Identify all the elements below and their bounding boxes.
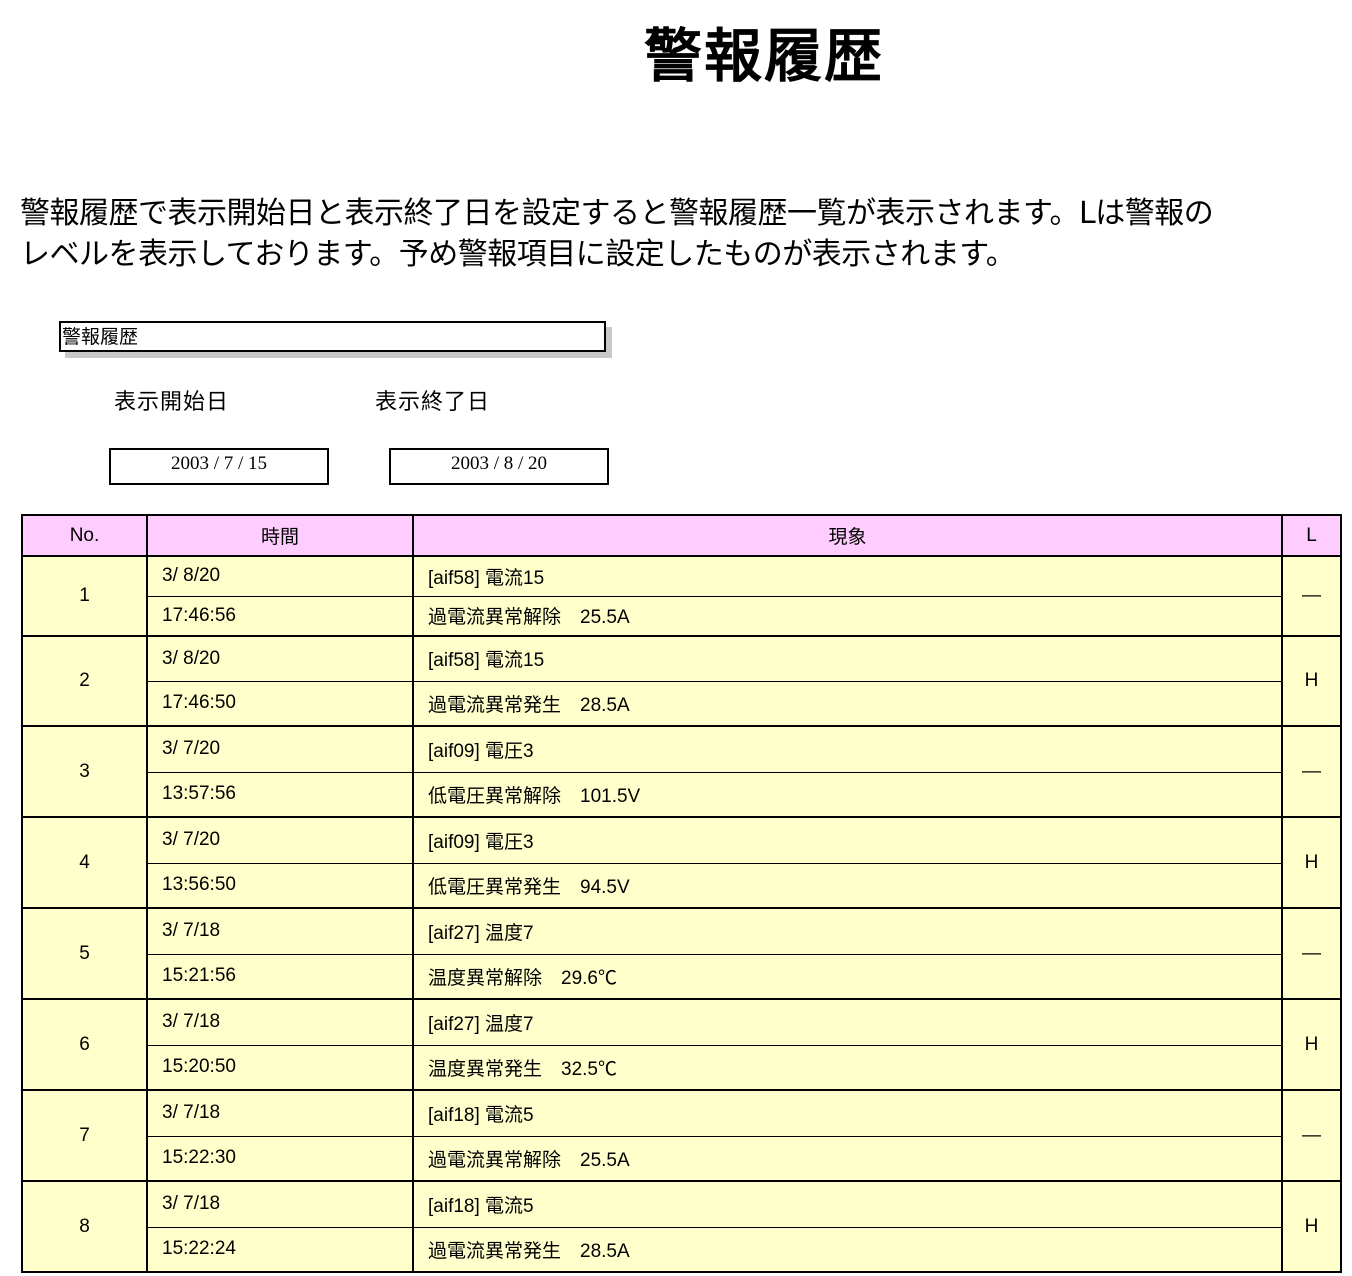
row-date: 3/ 7/20 — [146, 725, 414, 773]
header-no: No. — [21, 514, 148, 557]
table-row[interactable]: 8 3/ 7/18 [aif18] 電流5 H — [21, 1180, 1342, 1273]
table-row-detail[interactable]: 15:22:30 過電流異常解除 25.5A — [22, 1135, 1341, 1182]
table-row-detail[interactable]: 13:57:56 低電圧異常解除 101.5V — [22, 771, 1341, 818]
row-event: 過電流異常解除 25.5A — [412, 1135, 1283, 1182]
table-row[interactable]: 2 3/ 8/20 [aif58] 電流15 H — [21, 635, 1342, 727]
row-event: 低電圧異常解除 101.5V — [412, 771, 1283, 818]
page-title: 警報履歴 — [643, 22, 884, 90]
table-header-row: No. 時間 現象 L — [21, 514, 1342, 557]
description-line-1: 警報履歴で表示開始日と表示終了日を設定すると警報履歴一覧が表示されます。Lは警報… — [20, 196, 1214, 231]
table-row[interactable]: 1 3/ 8/20 [aif58] 電流15 ― — [21, 555, 1342, 637]
row-number: 2 — [21, 635, 148, 727]
table-row-detail[interactable]: 15:22:24 過電流異常発生 28.5A — [22, 1226, 1341, 1273]
row-level: H — [1281, 1180, 1342, 1273]
panel-title-field: 警報履歴 — [59, 321, 606, 352]
row-event: 過電流異常解除 25.5A — [412, 595, 1283, 637]
table-row-detail[interactable]: 17:46:50 過電流異常発生 28.5A — [22, 680, 1341, 727]
row-date: 3/ 8/20 — [146, 555, 414, 597]
row-number: 6 — [21, 998, 148, 1091]
row-date: 3/ 7/18 — [146, 1180, 414, 1228]
end-date-label: 表示終了日 — [375, 390, 491, 415]
row-level: ― — [1281, 725, 1342, 818]
row-event: 温度異常解除 29.6℃ — [412, 953, 1283, 1000]
header-level: L — [1281, 514, 1342, 557]
row-event: 温度異常発生 32.5℃ — [412, 1044, 1283, 1091]
row-date: 3/ 7/18 — [146, 1089, 414, 1137]
row-time: 13:57:56 — [146, 771, 414, 818]
table-row[interactable]: 4 3/ 7/20 [aif09] 電圧3 H — [21, 816, 1342, 909]
description-line-2: レベルを表示しております。予め警報項目に設定したものが表示されます。 — [20, 237, 1016, 272]
row-event: 過電流異常発生 28.5A — [412, 1226, 1283, 1273]
table-row-detail[interactable]: 15:20:50 温度異常発生 32.5℃ — [22, 1044, 1341, 1091]
row-time: 15:22:24 — [146, 1226, 414, 1273]
row-date: 3/ 8/20 — [146, 635, 414, 682]
row-level: ― — [1281, 907, 1342, 1000]
row-point: [aif18] 電流5 — [412, 1180, 1283, 1228]
start-date-field[interactable]: 2003 / 7 / 15 — [109, 448, 329, 485]
row-level: ― — [1281, 1089, 1342, 1182]
row-date: 3/ 7/18 — [146, 998, 414, 1046]
table-row[interactable]: 5 3/ 7/18 [aif27] 温度7 ― — [21, 907, 1342, 1000]
table-row-detail[interactable]: 15:21:56 温度異常解除 29.6℃ — [22, 953, 1341, 1000]
row-point: [aif09] 電圧3 — [412, 816, 1283, 864]
row-point: [aif58] 電流15 — [412, 635, 1283, 682]
row-time: 15:22:30 — [146, 1135, 414, 1182]
row-number: 1 — [21, 555, 148, 637]
row-time: 15:20:50 — [146, 1044, 414, 1091]
row-time: 17:46:56 — [146, 595, 414, 637]
row-level: H — [1281, 816, 1342, 909]
row-point: [aif27] 温度7 — [412, 907, 1283, 955]
table-body: 1 3/ 8/20 [aif58] 電流15 ― 17:46:56 過電流異常解除 25.… — [21, 555, 1342, 1273]
row-time: 17:46:50 — [146, 680, 414, 727]
table-row[interactable]: 7 3/ 7/18 [aif18] 電流5 ― — [21, 1089, 1342, 1182]
row-number: 4 — [21, 816, 148, 909]
end-date-field[interactable]: 2003 / 8 / 20 — [389, 448, 609, 485]
row-point: [aif27] 温度7 — [412, 998, 1283, 1046]
table-row-detail[interactable]: 13:56:50 低電圧異常発生 94.5V — [22, 862, 1341, 909]
table-row-detail[interactable]: 17:46:56 過電流異常解除 25.5A — [22, 595, 1341, 637]
header-event: 現象 — [412, 514, 1283, 557]
table-row[interactable]: 3 3/ 7/20 [aif09] 電圧3 ― — [21, 725, 1342, 818]
row-level: H — [1281, 635, 1342, 727]
row-event: 低電圧異常発生 94.5V — [412, 862, 1283, 909]
row-point: [aif18] 電流5 — [412, 1089, 1283, 1137]
row-time: 15:21:56 — [146, 953, 414, 1000]
row-time: 13:56:50 — [146, 862, 414, 909]
row-point: [aif09] 電圧3 — [412, 725, 1283, 773]
start-date-label: 表示開始日 — [114, 390, 230, 415]
row-date: 3/ 7/20 — [146, 816, 414, 864]
row-level: ― — [1281, 555, 1342, 637]
row-date: 3/ 7/18 — [146, 907, 414, 955]
row-event: 過電流異常発生 28.5A — [412, 680, 1283, 727]
row-number: 5 — [21, 907, 148, 1000]
row-level: H — [1281, 998, 1342, 1091]
description: 警報履歴で表示開始日と表示終了日を設定すると警報履歴一覧が表示されます。Lは警報… — [20, 193, 1340, 275]
row-number: 8 — [21, 1180, 148, 1273]
row-number: 7 — [21, 1089, 148, 1182]
row-number: 3 — [21, 725, 148, 818]
table-row[interactable]: 6 3/ 7/18 [aif27] 温度7 H — [21, 998, 1342, 1091]
alarm-history-table: No. 時間 現象 L 1 3/ 8/20 [aif58] 電流15 ― 17:46:5… — [21, 514, 1342, 1273]
row-point: [aif58] 電流15 — [412, 555, 1283, 597]
header-time: 時間 — [146, 514, 414, 557]
